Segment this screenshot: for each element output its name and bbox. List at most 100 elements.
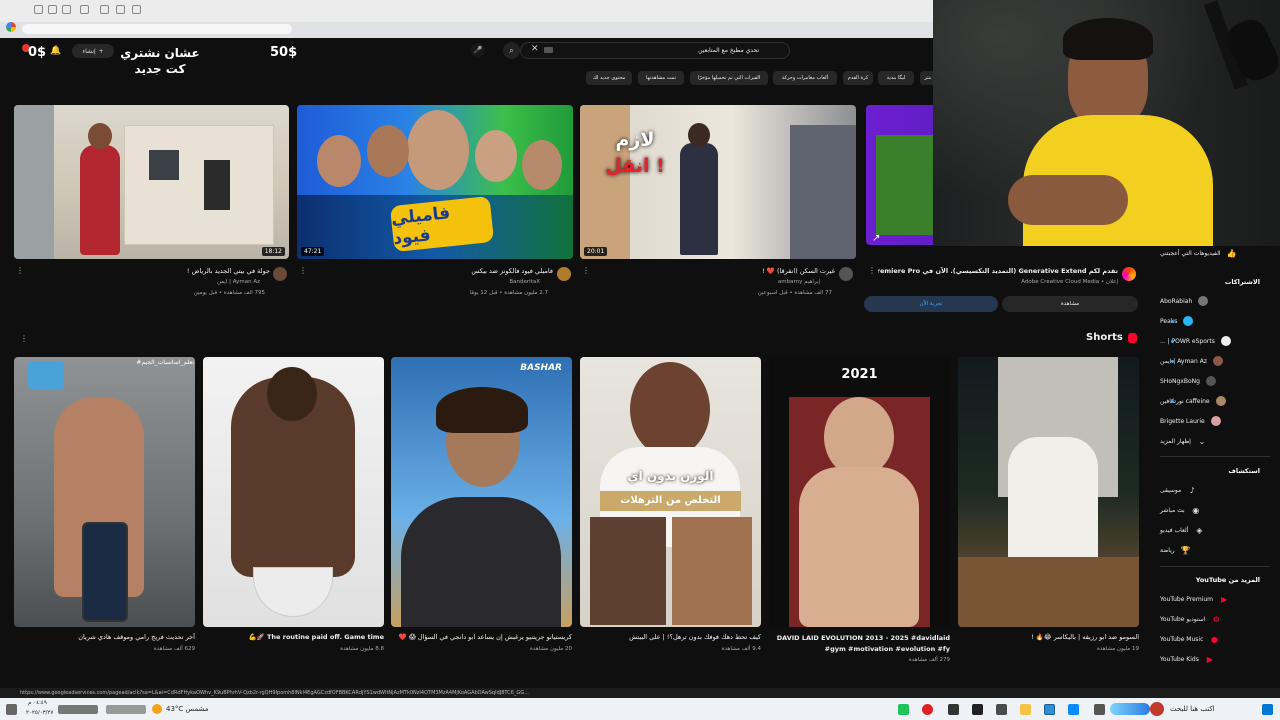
taskbar-date[interactable]: ٢٠٢٥/٠٣/٢٧ — [26, 710, 53, 716]
tab-icon[interactable] — [80, 5, 89, 14]
sidebar-sub-item[interactable]: SHoNgxBoNg — [1160, 373, 1270, 389]
short-thumbnail[interactable]: الوزن بدون اي التخلص من الترهلات — [580, 357, 761, 627]
channel-avatar[interactable] — [839, 267, 853, 281]
tab-icon[interactable] — [62, 5, 71, 14]
notifications-icon[interactable] — [6, 704, 17, 715]
short-thumbnail[interactable] — [203, 357, 384, 627]
keyboard-icon[interactable] — [544, 47, 553, 53]
chip[interactable]: محتوى جديد لك — [586, 71, 632, 85]
video-title[interactable]: جولة في بيتي الجديد بالرياض ! — [60, 267, 270, 275]
external-link-icon[interactable]: ↗ — [872, 233, 880, 244]
tray-icons[interactable] — [106, 705, 146, 714]
tab-icon[interactable] — [132, 5, 141, 14]
video-channel[interactable]: Ayman Az | ايمن — [60, 279, 260, 285]
obs-icon[interactable] — [922, 704, 933, 715]
sidebar-item-gaming[interactable]: ◈ ألعاب فيديو — [1160, 522, 1270, 538]
mic-icon[interactable]: 🎤 — [471, 43, 485, 57]
short-views: 629 ألف مشاهدة — [153, 646, 195, 652]
chip[interactable]: الفيرات التي تم تحميلها مؤخرًا — [690, 71, 768, 85]
tray-icons[interactable] — [58, 705, 98, 714]
sidebar-item-label: موسيقى — [1160, 486, 1182, 494]
more-options-icon[interactable]: ⋮ — [582, 266, 590, 275]
short-title[interactable]: آخر تحديث فريج رامي وموقف هادي شريان — [14, 633, 195, 641]
advertiser-avatar[interactable] — [1122, 267, 1136, 281]
search-icon[interactable]: ⌕ — [503, 42, 520, 59]
sidebar-sub-item[interactable]: Brigette Laurie — [1160, 413, 1270, 429]
ad-title[interactable]: تقدم لكم Generative Extend (التمديد التك… — [878, 267, 1118, 275]
sidebar-sub-item[interactable]: Ayman Az | ايمن — [1160, 353, 1270, 369]
sidebar-sub-item[interactable]: AboRabiah — [1160, 293, 1270, 309]
sidebar-item-music-app[interactable]: ● YouTube Music — [1160, 631, 1270, 647]
short-title[interactable]: كريستيانو جريتنيو يرغبش إن يساعد ابو دان… — [391, 633, 572, 641]
app-icon[interactable] — [996, 704, 1007, 715]
copilot-icon[interactable] — [1110, 703, 1150, 715]
short-title[interactable]: السومو ضد ابو رزيقه | باليكاسر 😂🔥 ! — [958, 633, 1139, 641]
watch-ad-button[interactable]: مشاهدة — [1002, 296, 1138, 312]
app-icon[interactable] — [898, 704, 909, 715]
short-thumbnail[interactable]: 2021 — [769, 357, 950, 627]
chip[interactable]: ألعاب مغامرات وحركة — [773, 71, 837, 85]
more-from-youtube-heading: المزيد من YouTube — [1195, 576, 1260, 584]
video-title[interactable]: غيرت السكن (انقرقا) ❤️ ! — [610, 267, 835, 275]
weather-text[interactable]: 43°C مشمس — [166, 705, 209, 713]
taskbar-search-icon[interactable] — [1150, 702, 1164, 716]
more-options-icon[interactable]: ⋮ — [16, 266, 24, 275]
tab-icon[interactable] — [34, 5, 43, 14]
browser-tab-strip[interactable] — [0, 0, 940, 22]
person-head — [407, 110, 469, 190]
create-button[interactable]: إنشاء + — [72, 44, 114, 58]
channel-avatar[interactable] — [557, 267, 571, 281]
sidebar-item-studio[interactable]: ⚙ استوديو YouTube — [1160, 611, 1270, 627]
short-title[interactable]: كيف تحط دهك فوفك بدون ترهل؟! | على البيت… — [580, 633, 761, 641]
video-title[interactable]: فاميلي فيود فالكونز ضد بيكس — [330, 267, 553, 275]
sidebar-item-premium[interactable]: ▶ YouTube Premium — [1160, 591, 1270, 607]
video-thumbnail[interactable]: 18:12 — [14, 105, 289, 259]
address-bar[interactable] — [22, 24, 292, 34]
chrome-logo-icon[interactable] — [6, 22, 16, 32]
video-thumbnail[interactable]: لازم انقل ! 20:01 — [580, 105, 856, 259]
more-options-icon[interactable]: ⋮ — [299, 266, 307, 275]
tab-icon[interactable] — [116, 5, 125, 14]
chrome-taskbar-icon[interactable] — [1044, 704, 1055, 715]
channel-avatar — [1215, 396, 1226, 406]
sidebar-item-live[interactable]: ◉ بث مباشر — [1160, 502, 1270, 518]
sidebar-sub-item[interactable]: caffeine نورتكافين — [1160, 393, 1270, 409]
app-icon[interactable] — [948, 704, 959, 715]
tab-icon[interactable] — [48, 5, 57, 14]
taskbar-search[interactable]: اكتب هنا للبحث — [1170, 705, 1215, 713]
sidebar-show-more[interactable]: ⌄ إظهار المزيد — [1160, 433, 1270, 449]
sidebar-item-music[interactable]: ♪ موسيقى — [1160, 482, 1270, 498]
tab-icon[interactable] — [100, 5, 109, 14]
short-thumbnail[interactable] — [958, 357, 1139, 627]
sidebar-item-liked-videos[interactable]: 👍 الفيديوهات التي أعجبتني — [1160, 245, 1270, 261]
sidebar-sub-item[interactable]: Peaks — [1160, 313, 1270, 329]
taskbar-time[interactable]: ٠٤:٤٩ م — [28, 700, 47, 706]
sidebar-sub-item[interactable]: POWR eSports | ... — [1160, 333, 1270, 349]
task-view-icon[interactable] — [1094, 704, 1105, 715]
short-title[interactable]: The routine paid off. Game time 🚀💪 — [203, 633, 384, 641]
shorts-more-icon[interactable]: ⋮ — [20, 334, 28, 343]
sun-icon[interactable] — [152, 704, 162, 714]
windows-start-icon[interactable] — [1262, 704, 1273, 715]
file-explorer-icon[interactable] — [1020, 704, 1031, 715]
try-now-button[interactable]: تجربة الآن — [864, 296, 998, 312]
channel-avatar[interactable] — [273, 267, 287, 281]
video-thumbnail[interactable]: فاميلي فيود 47:21 — [297, 105, 573, 259]
bell-icon[interactable]: 🔔 — [50, 46, 61, 56]
search-input[interactable]: تحدي مطبخ مع المتابعين — [520, 42, 790, 59]
channel-avatar — [1212, 356, 1223, 366]
sidebar-item-kids[interactable]: ▶ YouTube Kids — [1160, 651, 1270, 667]
short-title[interactable]: DAVID LAID EVOLUTION 2013 - 2025 #davidl… — [769, 633, 950, 655]
more-options-icon[interactable]: ⋮ — [868, 266, 876, 275]
sidebar-item-sports[interactable]: 🏆 رياضة — [1160, 542, 1270, 558]
clear-search-icon[interactable]: ✕ — [531, 44, 539, 54]
video-channel[interactable]: BanderitaX — [330, 279, 540, 285]
chip[interactable]: ليگا بندية — [878, 71, 914, 85]
chip[interactable]: تمت مشاهدتها — [638, 71, 684, 85]
short-thumbnail[interactable]: #تعلم_اساسيات_الجيم — [14, 357, 195, 627]
tv-app-icon[interactable] — [972, 704, 983, 715]
edge-icon[interactable] — [1068, 704, 1079, 715]
short-thumbnail[interactable]: BASHAR — [391, 357, 572, 627]
video-channel[interactable]: إبراهيم ambarny — [610, 279, 820, 285]
chip[interactable]: كرة القدم — [843, 71, 873, 85]
